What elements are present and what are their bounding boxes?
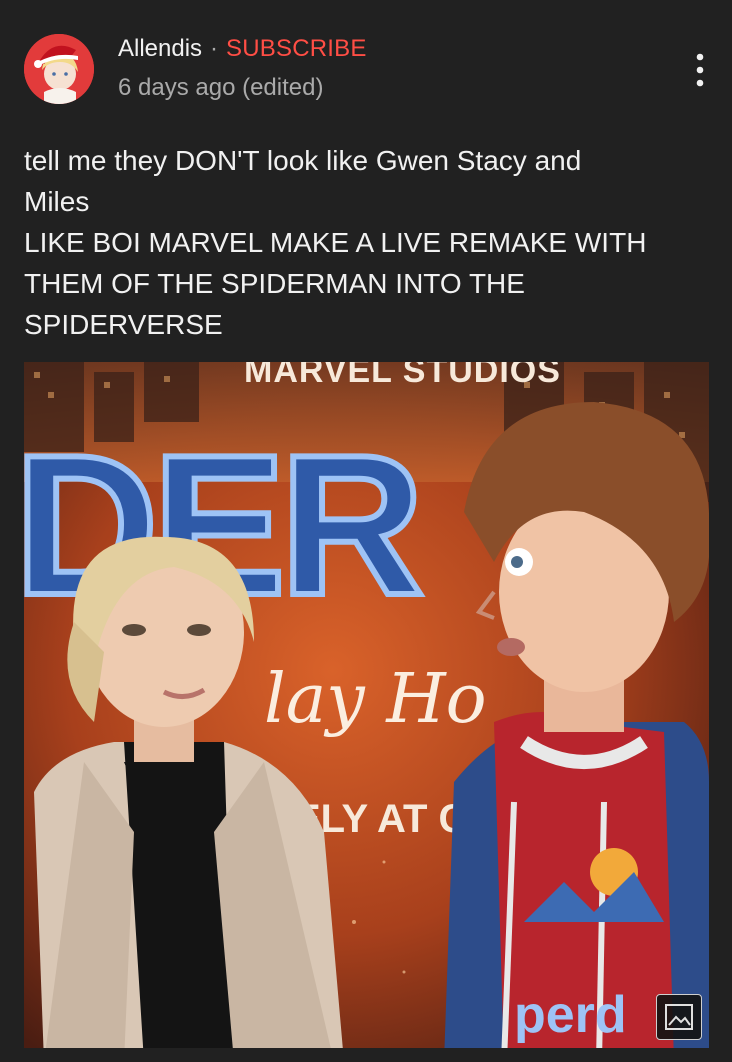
image-icon [665, 1004, 693, 1030]
poster-script-text: lay Ho [264, 660, 487, 739]
avatar[interactable] [24, 34, 94, 104]
post-text-line: SPIDERVERSE [24, 309, 223, 340]
post-text: tell me they DON'T look like Gwen Stacy … [24, 140, 704, 345]
subscribe-button[interactable]: SUBSCRIBE [226, 35, 367, 63]
more-vert-icon [696, 53, 704, 87]
post-timestamp: 6 days ago (edited) [118, 74, 324, 101]
svg-text:perd: perd [514, 986, 627, 1044]
more-options-button[interactable] [682, 48, 718, 92]
post-text-line: Miles [24, 186, 90, 217]
separator-dot: · [210, 35, 219, 62]
post-text-line: LIKE BOI MARVEL MAKE A LIVE REMAKE WITH [24, 227, 647, 258]
image-badge[interactable] [656, 994, 702, 1040]
author-line: Allendis · SUBSCRIBE [118, 34, 367, 64]
post-text-line: tell me they DON'T look like Gwen Stacy … [24, 145, 582, 176]
post-text-line: THEM OF THE SPIDERMAN INTO THE [24, 268, 525, 299]
post-header: Allendis · SUBSCRIBE 6 days ago (edited) [0, 0, 732, 120]
poster-top-text: MARVEL STUDIOS [244, 362, 561, 390]
author-name[interactable]: Allendis [118, 35, 202, 63]
post-image[interactable]: MARVEL STUDIOS DER lay Ho ELY AT CI perd [24, 362, 709, 1048]
